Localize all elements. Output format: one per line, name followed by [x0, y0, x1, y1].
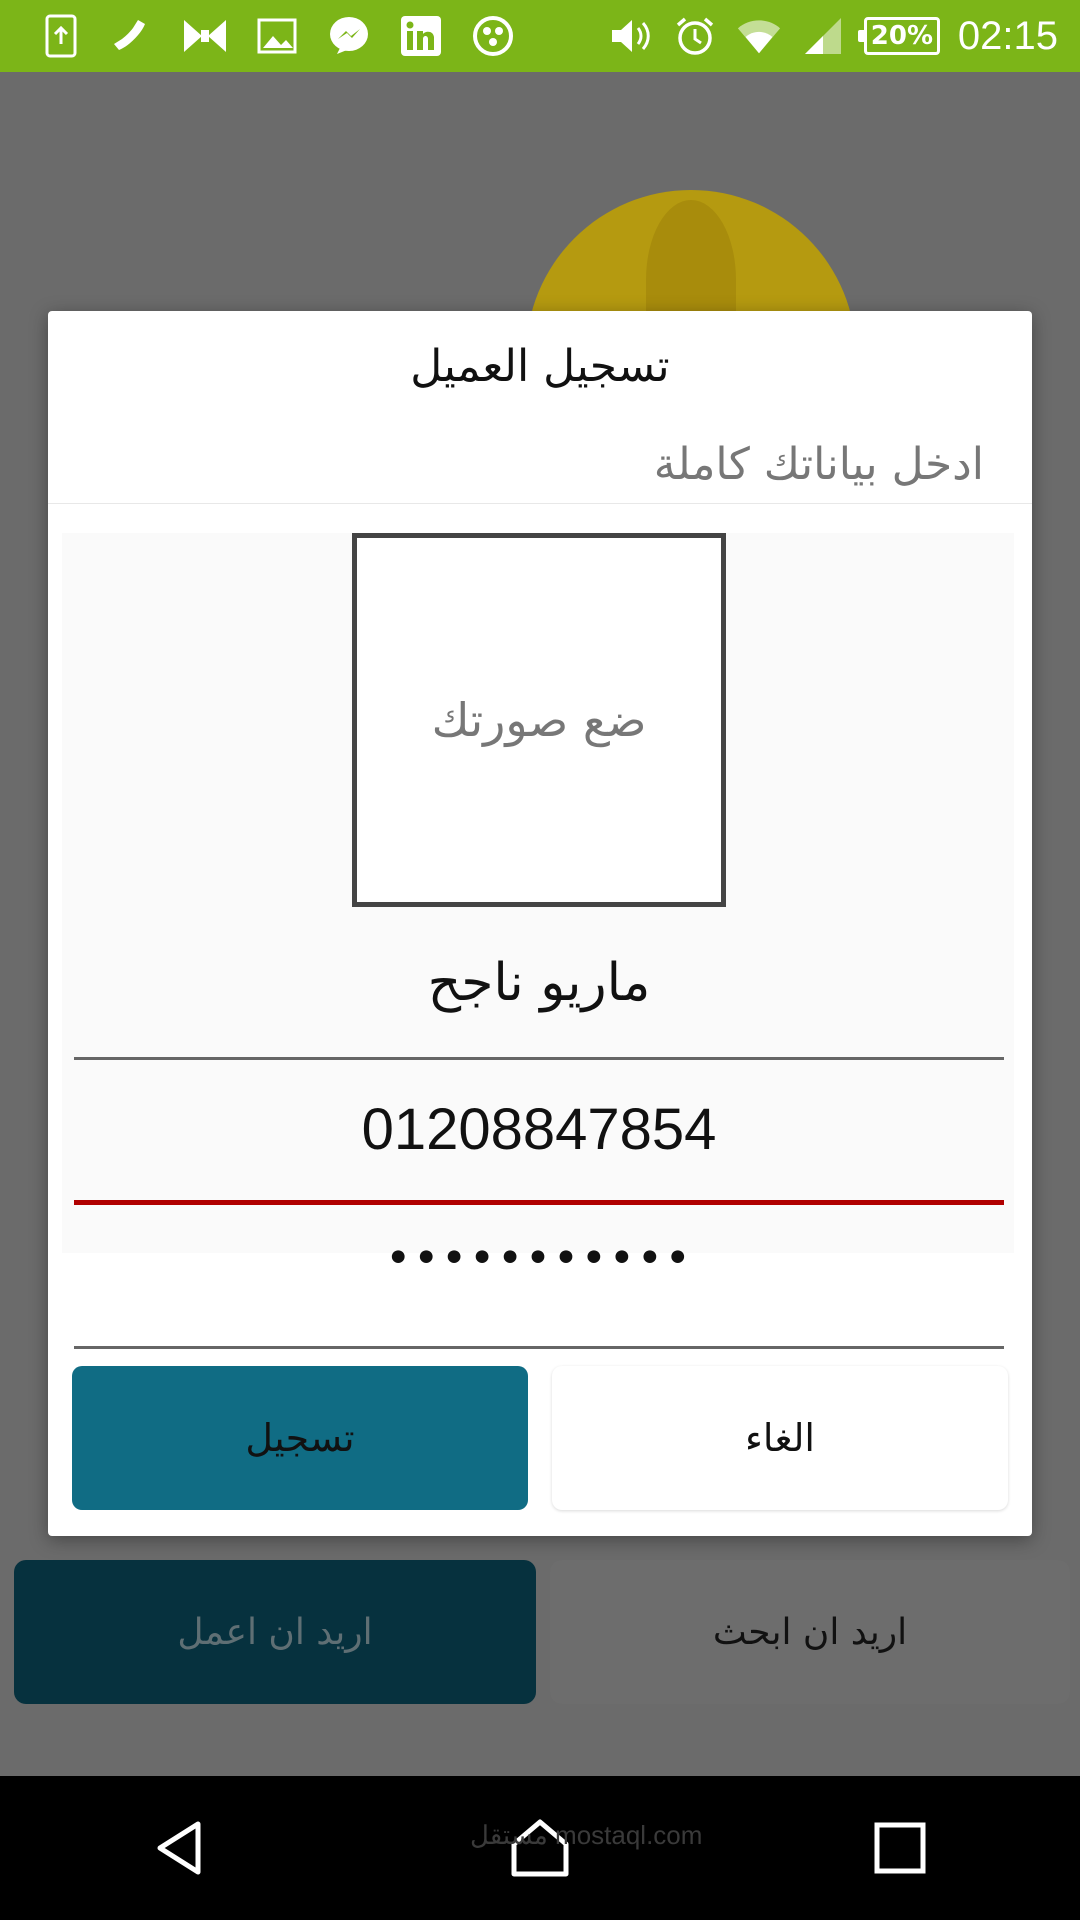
recents-icon[interactable] — [850, 1798, 950, 1898]
client-registration-dialog: تسجيل العميل ادخل بياناتك كاملة ضع صورتك… — [48, 311, 1032, 1536]
signal-icon — [800, 13, 846, 59]
password-underline — [74, 1346, 1004, 1349]
dots-app-icon — [470, 13, 516, 59]
name-underline — [74, 1057, 1004, 1060]
dialog-title: تسجيل العميل — [410, 341, 670, 392]
linkedin-icon — [398, 13, 444, 59]
back-icon[interactable] — [130, 1798, 230, 1898]
status-bar: 20% 02:15 — [0, 0, 1080, 72]
want-to-work-label: اريد ان اعمل — [177, 1611, 373, 1653]
dialog-subtitle: ادخل بياناتك كاملة — [653, 439, 984, 490]
upload-icon — [38, 13, 84, 59]
password-value: ••••••••••• — [385, 1233, 693, 1284]
clock: 02:15 — [957, 13, 1058, 58]
wifi-icon — [736, 13, 782, 59]
cancel-button-label: الغاء — [745, 1416, 815, 1460]
want-to-work-button[interactable]: اريد ان اعمل — [14, 1560, 536, 1704]
phone-icon — [110, 13, 156, 59]
phone-underline — [74, 1200, 1004, 1205]
name-field[interactable]: ماريو ناجح — [74, 953, 1004, 1073]
register-button-label: تسجيل — [245, 1416, 355, 1460]
messenger-icon — [326, 13, 372, 59]
name-value: ماريو ناجح — [427, 953, 651, 1013]
cancel-button[interactable]: الغاء — [552, 1366, 1008, 1510]
image-icon — [254, 13, 300, 59]
registration-form: ضع صورتك ماريو ناجح 01208847854 ••••••••… — [62, 533, 1014, 1349]
password-field[interactable]: ••••••••••• — [74, 1233, 1004, 1353]
battery-indicator: 20% — [857, 17, 940, 55]
want-to-search-label: اريد ان ابحث — [712, 1611, 908, 1653]
bow-tie-icon — [182, 13, 228, 59]
alarm-icon — [672, 13, 718, 59]
register-button[interactable]: تسجيل — [72, 1366, 528, 1510]
phone-field[interactable]: 01208847854 — [74, 1096, 1004, 1216]
battery-level: 20% — [870, 21, 933, 51]
watermark: مستقل mostaql.com — [470, 1820, 703, 1850]
volume-icon — [608, 13, 654, 59]
phone-value: 01208847854 — [361, 1097, 717, 1162]
photo-picker-label: ضع صورتك — [431, 693, 647, 747]
photo-picker[interactable]: ضع صورتك — [352, 533, 726, 907]
dialog-divider — [48, 503, 1032, 504]
want-to-search-button[interactable]: اريد ان ابحث — [550, 1560, 1070, 1704]
